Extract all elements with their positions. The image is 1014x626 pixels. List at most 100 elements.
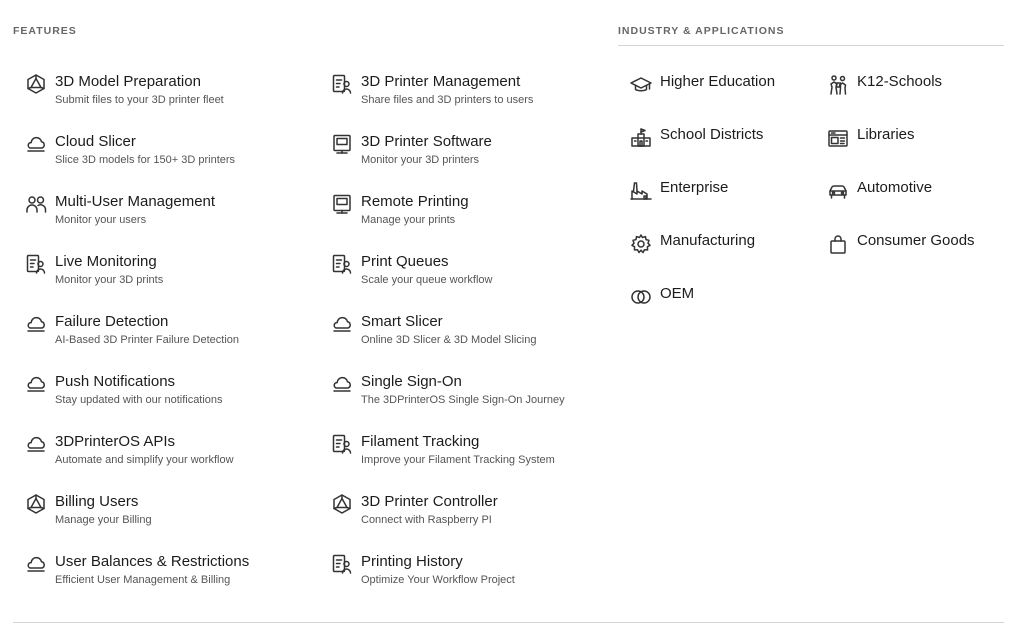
feature-description: Efficient User Management & Billing <box>55 574 231 586</box>
graduation-cap-icon <box>630 74 652 96</box>
feature-title: Multi-User Management <box>55 193 216 210</box>
school-building-icon <box>630 127 652 149</box>
industry-item-manufacturing[interactable]: Manufacturing <box>630 232 805 260</box>
feature-item-failure-detection[interactable]: Failure Detection AI-Based 3D Printer Fai… <box>25 313 325 357</box>
school-building-icon <box>631 128 651 147</box>
polyhedron-icon <box>27 494 45 514</box>
industry-item-k12-schools[interactable]: K12-Schools <box>827 73 1002 101</box>
feature-item-live-monitoring[interactable]: Live Monitoring Monitor your 3D prints <box>25 253 325 297</box>
printer-frame-icon <box>333 194 351 214</box>
feature-description: Manage your Billing <box>55 514 152 526</box>
polyhedron-icon <box>333 494 351 514</box>
cloud-icon <box>25 133 47 155</box>
feature-description: Online 3D Slicer & 3D Model Slicing <box>361 334 537 346</box>
feature-title: 3D Printer Management <box>361 73 521 90</box>
feature-item-filament-tracking[interactable]: Filament Tracking Improve your Filament T… <box>331 433 631 477</box>
industry-title: Manufacturing <box>660 232 756 249</box>
cloud-icon <box>27 436 45 452</box>
factory-icon <box>630 180 652 202</box>
industry-item-automotive[interactable]: Automotive <box>827 179 1002 207</box>
industry-item-enterprise[interactable]: Enterprise <box>630 179 805 207</box>
industry-section-label: INDUSTRY & APPLICATIONS <box>618 25 785 37</box>
industry-title: Consumer Goods <box>857 232 975 249</box>
cloud-icon <box>27 316 45 332</box>
user-list-icon <box>331 433 353 455</box>
feature-description: Slice 3D models for 150+ 3D printers <box>55 154 236 166</box>
feature-title: 3D Printer Controller <box>361 493 498 510</box>
feature-description: Stay updated with our notifications <box>55 394 223 406</box>
graduation-cap-icon <box>630 77 652 92</box>
cloud-icon <box>27 136 45 152</box>
students-icon <box>827 74 849 96</box>
industry-title: Automotive <box>857 179 933 196</box>
feature-title: Failure Detection <box>55 313 169 330</box>
cloud-icon <box>25 433 47 455</box>
feature-description: Monitor your 3D prints <box>55 274 164 286</box>
industry-title: K12-Schools <box>857 73 943 90</box>
feature-description: The 3DPrinterOS Single Sign-On Journey <box>361 394 565 406</box>
industry-item-higher-education[interactable]: Higher Education <box>630 73 805 101</box>
feature-title: Print Queues <box>361 253 449 270</box>
gear-icon <box>631 234 651 254</box>
user-list-icon <box>26 254 46 274</box>
feature-item-smart-slicer[interactable]: Smart Slicer Online 3D Slicer & 3D Model … <box>331 313 631 357</box>
feature-item-3d-printer-software[interactable]: 3D Printer Software Monitor your 3D print… <box>331 133 631 177</box>
user-list-icon <box>332 254 352 274</box>
feature-item-3d-model-preparation[interactable]: 3D Model Preparation Submit files to your… <box>25 73 325 117</box>
users-icon <box>26 196 47 213</box>
feature-title: 3DPrinterOS APIs <box>55 433 176 450</box>
car-icon <box>829 185 847 199</box>
feature-item-3d-printer-management[interactable]: 3D Printer Management Share files and 3D … <box>331 73 631 117</box>
cloud-icon <box>333 376 351 392</box>
library-icon <box>828 130 848 147</box>
user-list-icon <box>332 74 352 94</box>
user-list-icon <box>331 253 353 275</box>
feature-item-3dprinteros-apis[interactable]: 3DPrinterOS APIs Automate and simplify yo… <box>25 433 325 477</box>
feature-description: Share files and 3D printers to users <box>361 94 534 106</box>
feature-title: Cloud Slicer <box>55 133 136 150</box>
cloud-icon <box>27 556 45 572</box>
feature-item-remote-printing[interactable]: Remote Printing Manage your prints <box>331 193 631 237</box>
features-section-label: FEATURES <box>13 25 77 37</box>
feature-item-user-balances-restrictions[interactable]: User Balances & Restrictions Efficient Us… <box>25 553 325 597</box>
feature-item-billing-users[interactable]: Billing Users Manage your Billing <box>25 493 325 537</box>
user-list-icon <box>331 73 353 95</box>
polyhedron-icon <box>331 493 353 515</box>
car-icon <box>827 180 849 202</box>
feature-item-multi-user-management[interactable]: Multi-User Management Monitor your users <box>25 193 325 237</box>
feature-item-single-sign-on[interactable]: Single Sign-On The 3DPrinterOS Single Sig… <box>331 373 631 417</box>
feature-description: Automate and simplify your workflow <box>55 454 234 466</box>
feature-item-printing-history[interactable]: Printing History Optimize Your Workflow P… <box>331 553 631 597</box>
cloud-icon <box>25 373 47 395</box>
feature-title: Filament Tracking <box>361 433 480 450</box>
industry-item-libraries[interactable]: Libraries <box>827 126 1002 154</box>
feature-item-cloud-slicer[interactable]: Cloud Slicer Slice 3D models for 150+ 3D … <box>25 133 325 177</box>
cloud-icon <box>27 376 45 392</box>
feature-title: Billing Users <box>55 493 139 510</box>
industry-title: School Districts <box>660 126 764 143</box>
feature-description: Monitor your 3D printers <box>361 154 479 166</box>
industry-item-oem[interactable]: OEM <box>630 285 805 313</box>
feature-item-3d-printer-controller[interactable]: 3D Printer Controller Connect with Raspbe… <box>331 493 631 537</box>
library-icon <box>827 127 849 149</box>
industry-title: OEM <box>660 285 695 302</box>
printer-frame-icon <box>331 193 353 215</box>
polyhedron-icon <box>27 74 45 94</box>
industry-item-school-districts[interactable]: School Districts <box>630 126 805 154</box>
industry-divider <box>618 45 1004 46</box>
shopping-bag-icon <box>827 233 849 255</box>
feature-item-print-queues[interactable]: Print Queues Scale your queue workflow <box>331 253 631 297</box>
shopping-bag-icon <box>830 235 846 254</box>
users-icon <box>25 193 47 215</box>
feature-title: Live Monitoring <box>55 253 157 270</box>
feature-title: User Balances & Restrictions <box>55 553 250 570</box>
feature-description: Optimize Your Workflow Project <box>361 574 515 586</box>
feature-title: 3D Model Preparation <box>55 73 201 90</box>
industry-item-consumer-goods[interactable]: Consumer Goods <box>827 232 1002 260</box>
user-list-icon <box>25 253 47 275</box>
feature-item-push-notifications[interactable]: Push Notifications Stay updated with our … <box>25 373 325 417</box>
factory-icon <box>630 182 652 200</box>
feature-description: Monitor your users <box>55 214 147 226</box>
feature-title: Printing History <box>361 553 463 570</box>
feature-description: Manage your prints <box>361 214 456 226</box>
